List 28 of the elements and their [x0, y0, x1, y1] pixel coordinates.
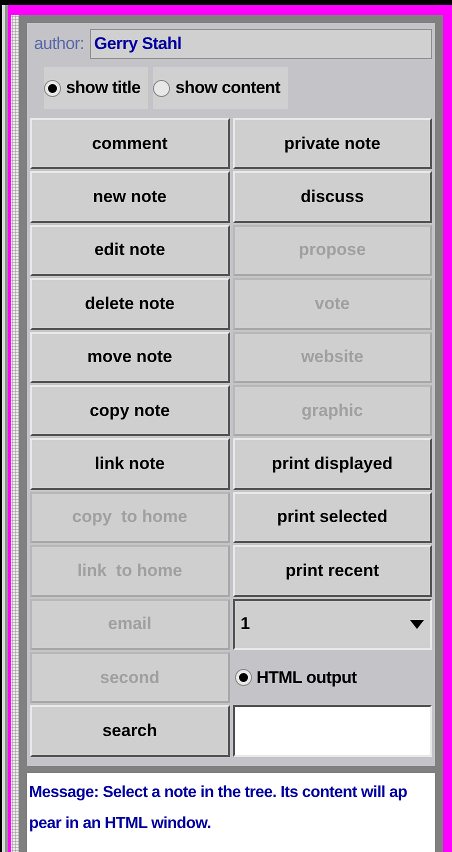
radio-button[interactable]: [234, 669, 252, 686]
message-text: Message: Select a note in the tree. Its content will ap: [29, 782, 408, 803]
radio-button[interactable]: [153, 80, 170, 96]
search-button[interactable]: search: [30, 705, 230, 757]
discuss-button[interactable]: discuss: [232, 171, 432, 223]
option-label[interactable]: show content: [175, 78, 280, 98]
copy-note-button[interactable]: copy note: [30, 384, 230, 436]
print-selected-button[interactable]: print selected: [232, 492, 432, 544]
option-label[interactable]: show title: [66, 78, 140, 98]
caret-icon: [410, 620, 424, 629]
message-text: pear in an HTML window.: [29, 814, 211, 834]
move-note-button[interactable]: move note: [30, 332, 230, 383]
view-option[interactable]: show content: [153, 67, 288, 109]
radio-button[interactable]: [44, 80, 61, 96]
new-note-button[interactable]: new note: [30, 171, 230, 223]
option-label[interactable]: HTML output: [256, 668, 357, 688]
comment-button[interactable]: comment: [30, 118, 230, 170]
view-option[interactable]: show title: [44, 67, 148, 109]
edit-note-button[interactable]: edit note: [30, 224, 230, 276]
private-note-button[interactable]: private note: [232, 118, 432, 170]
delete-note-button[interactable]: delete note: [30, 278, 230, 330]
link-note-button[interactable]: link note: [30, 438, 230, 490]
page-dropdown[interactable]: 1: [232, 598, 432, 650]
print-recent-button[interactable]: print recent: [232, 545, 432, 597]
print-displayed-button[interactable]: print displayed: [232, 438, 432, 490]
search-field[interactable]: [232, 705, 432, 757]
author-label: author:: [34, 34, 84, 54]
author-field[interactable]: Gerry Stahl: [90, 29, 432, 59]
